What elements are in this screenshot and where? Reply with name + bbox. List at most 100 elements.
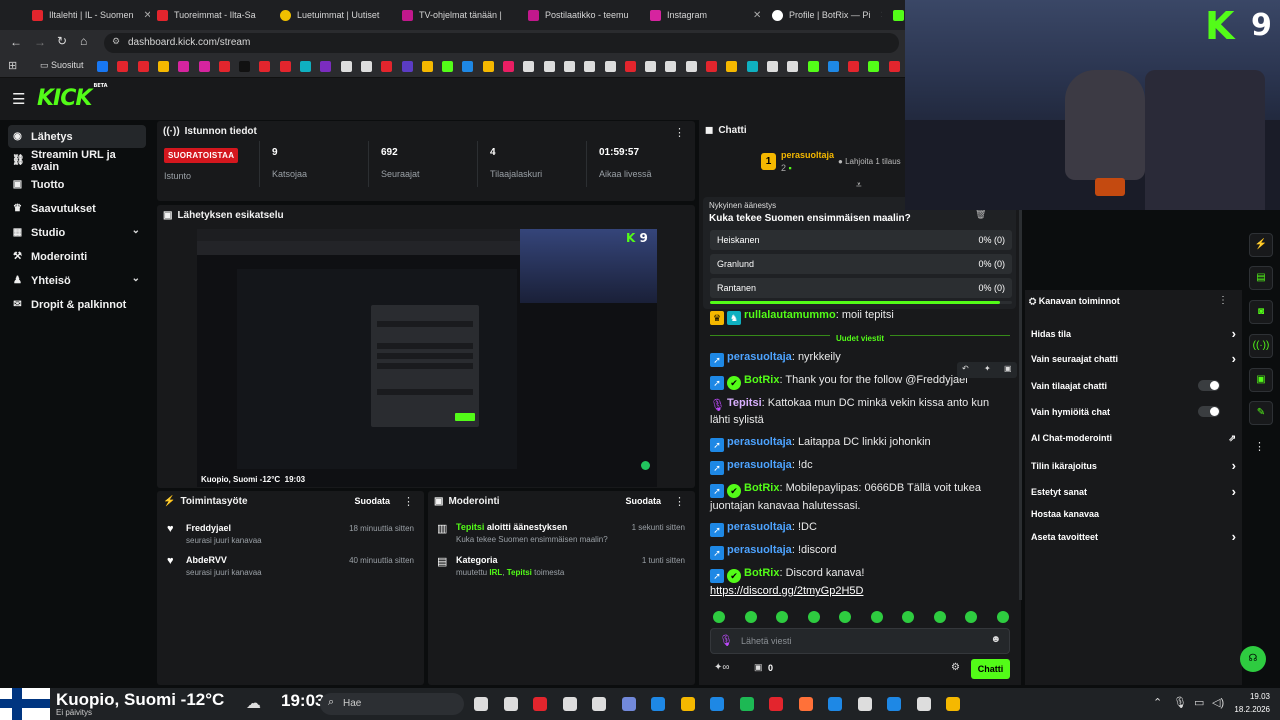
- taskbar-app-icon[interactable]: [857, 697, 872, 711]
- bookmark-icon[interactable]: [421, 61, 433, 72]
- chat-input[interactable]: 🎙 Lähetä viesti ☻: [710, 628, 1010, 654]
- bookmark-icon[interactable]: [259, 61, 271, 72]
- bookmark-icon[interactable]: [360, 61, 372, 72]
- bookmark-icon[interactable]: [706, 61, 717, 72]
- sidebar-item-stream-url[interactable]: ⛓ Streamin URL ja avain: [8, 149, 146, 173]
- action-age-restriction[interactable]: Tilin ikärajoitus ›: [1031, 458, 1236, 473]
- sidebar-item-moderointi[interactable]: ⚒ Moderointi: [8, 245, 146, 268]
- home-icon[interactable]: ⌂: [80, 34, 87, 48]
- clock-time[interactable]: 19.03: [1236, 692, 1270, 701]
- browser-tab[interactable]: Instagram ✕: [650, 4, 760, 26]
- taskbar-app-icon[interactable]: [621, 697, 636, 711]
- poll-option[interactable]: Heiskanen 0% (0): [710, 230, 1012, 250]
- bookmark-icon[interactable]: [279, 61, 291, 72]
- emote-icon[interactable]: [807, 611, 820, 623]
- collapse-icon[interactable]: ⩡: [856, 180, 862, 191]
- sidebar-item-studio[interactable]: ▦ Studio ⌄: [8, 221, 146, 244]
- bookmark-icon[interactable]: [787, 61, 799, 72]
- bookmark-icon[interactable]: [563, 61, 575, 72]
- activity-filter-button[interactable]: Suodata: [354, 496, 390, 506]
- action-followers-only[interactable]: Vain seuraajat chatti ›: [1031, 351, 1236, 366]
- bookmark-icon[interactable]: [827, 61, 839, 72]
- poll-option[interactable]: Rantanen 0% (0): [710, 278, 1012, 298]
- activity-item[interactable]: ♥ AbdeRVV seurasi juuri kanavaa 40 minuutti…: [167, 555, 414, 585]
- top-gifter-name[interactable]: perasuoltaja: [781, 150, 834, 160]
- sidebar-item-saavutukset[interactable]: ♛ Saavutukset: [8, 197, 146, 220]
- bookmark-icon[interactable]: [239, 61, 251, 72]
- network-icon[interactable]: ▭: [1194, 696, 1204, 709]
- browser-tab[interactable]: Profile | BotRix — Pi✕: [772, 4, 882, 26]
- bookmark-icon[interactable]: [584, 61, 596, 72]
- back-icon[interactable]: ←: [10, 35, 22, 49]
- action-banned-words[interactable]: Estetyt sanat ›: [1031, 484, 1236, 499]
- bookmark-icon[interactable]: [157, 61, 169, 72]
- trash-icon[interactable]: 🗑: [975, 209, 986, 220]
- reload-icon[interactable]: ↻: [57, 34, 67, 48]
- sidebar-item-tuotto[interactable]: ▣ Tuotto: [8, 173, 146, 196]
- calendar-icon[interactable]: ▣: [1249, 368, 1273, 392]
- bookmark-icon[interactable]: [543, 61, 555, 72]
- emote-icon[interactable]: [713, 611, 725, 623]
- browser-tab[interactable]: Tuoreimmat - Ilta-Sa✕: [157, 4, 267, 26]
- menu-icon[interactable]: ☰: [12, 90, 25, 108]
- taskbar-app-icon[interactable]: [680, 697, 695, 711]
- emote-icon[interactable]: [870, 611, 883, 623]
- taskbar-app-icon[interactable]: [592, 697, 606, 711]
- taskbar-app-icon[interactable]: [828, 697, 842, 711]
- stream-preview-video[interactable]: K 9 Kuopio, Suomi -12°C 19:03: [197, 229, 657, 487]
- clipboard-icon[interactable]: ▤: [1249, 266, 1273, 290]
- bookmark-icon[interactable]: [645, 61, 657, 72]
- taskbar-search[interactable]: ⌕ Hae: [320, 693, 464, 715]
- send-chat-button[interactable]: Chatti: [971, 659, 1010, 679]
- bookmark-icon[interactable]: [523, 61, 535, 72]
- broadcast-icon[interactable]: ((·)): [1249, 334, 1273, 358]
- apps-icon[interactable]: ⊞: [8, 59, 17, 72]
- taskbar-app-icon[interactable]: [651, 697, 665, 711]
- bookmark-icon[interactable]: [868, 61, 880, 72]
- bookmark-icon[interactable]: [97, 61, 108, 72]
- bookmark-icon[interactable]: [482, 61, 494, 72]
- browser-tab[interactable]: [893, 4, 905, 26]
- emote-icon[interactable]: [933, 611, 946, 623]
- sidebar-item-lahetys[interactable]: ◉ Lähetys: [8, 125, 146, 148]
- forward-icon[interactable]: →: [34, 35, 46, 49]
- bookmark-icon[interactable]: [401, 61, 413, 72]
- action-subscribers-only[interactable]: Vain tilaajat chatti: [1031, 380, 1236, 391]
- moderation-item[interactable]: ▤ Kategoria muutettu IRL, Tepitsi toimesta…: [437, 555, 685, 585]
- bookmark-icon[interactable]: [381, 61, 393, 72]
- emote-icon[interactable]: [965, 611, 977, 623]
- clock-date[interactable]: 18.2.2026: [1226, 705, 1270, 714]
- emotes-only-toggle[interactable]: [1198, 406, 1220, 417]
- taskbar-app-icon[interactable]: [887, 697, 901, 711]
- browser-tab[interactable]: TV-ohjelmat tänään |✕: [402, 4, 512, 26]
- subscribers-only-toggle[interactable]: [1198, 380, 1220, 391]
- close-icon[interactable]: ✕: [266, 10, 267, 21]
- discord-link[interactable]: https://discord.gg/2tmyGp2H5D: [710, 585, 863, 597]
- browser-tab[interactable]: Postilaatikko - teemu✕: [528, 4, 638, 26]
- bookmark-icon[interactable]: [848, 61, 860, 72]
- bookmark-icon[interactable]: [726, 61, 738, 72]
- url-input[interactable]: ⚙ dashboard.kick.com/stream: [104, 33, 899, 53]
- chevron-up-icon[interactable]: ⌃: [1153, 696, 1162, 709]
- more-options-icon[interactable]: ⋮: [403, 495, 414, 508]
- more-options-icon[interactable]: ⋮: [674, 126, 685, 139]
- bookmark-icon[interactable]: [320, 61, 332, 72]
- bookmark-icon[interactable]: [746, 61, 758, 72]
- more-options-icon[interactable]: ⋮: [674, 495, 685, 508]
- settings-icon[interactable]: ⚙: [951, 662, 960, 673]
- bookmark-icon[interactable]: [462, 61, 474, 72]
- bookmark-icon[interactable]: [624, 61, 636, 72]
- emote-icon[interactable]: [839, 611, 851, 623]
- emote-icon[interactable]: [902, 611, 914, 623]
- site-info-icon[interactable]: ⚙: [112, 36, 120, 47]
- pin-icon[interactable]: ✦: [984, 364, 991, 373]
- bookmark-icon[interactable]: [137, 61, 149, 72]
- action-set-goals[interactable]: Aseta tavoitteet ›: [1031, 529, 1236, 544]
- chat-scrollbar[interactable]: [1019, 200, 1022, 600]
- emote-icon[interactable]: [744, 611, 757, 623]
- taskbar-app-icon[interactable]: [739, 697, 754, 711]
- bookmark-icon[interactable]: [218, 61, 230, 72]
- action-slow-mode[interactable]: Hidas tila ›: [1031, 326, 1236, 341]
- browser-tab[interactable]: Luetuimmat | Uutiset✕: [280, 4, 390, 26]
- taskbar-app-icon[interactable]: [946, 697, 960, 711]
